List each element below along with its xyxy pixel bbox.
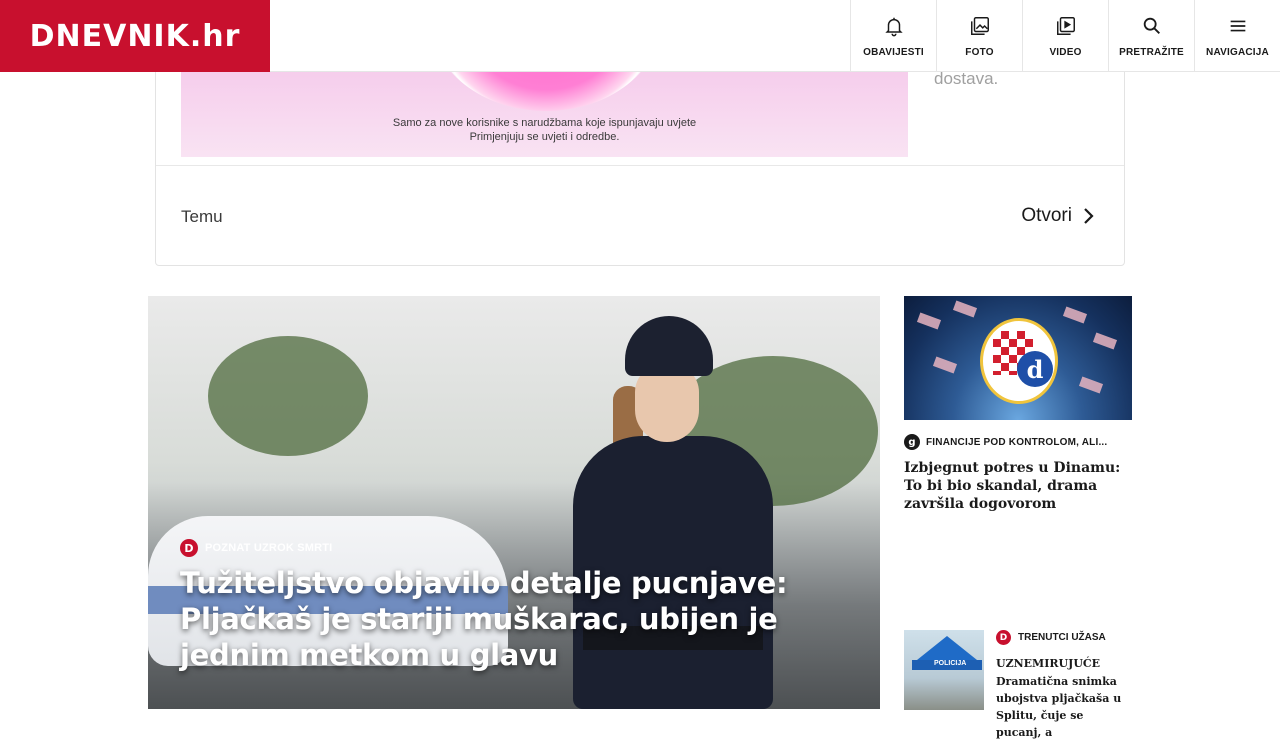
nav-label: VIDEO	[1049, 46, 1082, 58]
nav-search-button[interactable]: PRETRAŽITE	[1108, 0, 1194, 72]
ad-divider	[156, 165, 1124, 166]
nav-label: FOTO	[965, 46, 994, 58]
side-article-kicker-text: FINANCIJE POD KONTROLOM, ALI...	[926, 436, 1108, 448]
nav-photo-button[interactable]: FOTO	[936, 0, 1022, 72]
ad-side-text: dostava.	[934, 69, 999, 88]
hero-title[interactable]: Tužiteljstvo objavilo detalje pucnjave: …	[180, 565, 860, 673]
dnevnik-badge-icon: D	[180, 539, 198, 557]
site-logo[interactable]: DNEVNIK.hr	[0, 0, 270, 72]
bell-icon	[884, 17, 903, 36]
nav-label: NAVIGACIJA	[1206, 46, 1269, 58]
side-article-kicker-text: TRENUTCI UŽASA	[1018, 632, 1106, 643]
site-header: DNEVNIK.hr OBAVIJESTI FOTO VIDEO PRETRAŽ…	[0, 0, 1280, 72]
menu-icon	[1230, 20, 1245, 31]
side-article-kicker: D TRENUTCI UŽASA	[996, 630, 1132, 645]
side-article-image[interactable]: d	[904, 296, 1132, 420]
dinamo-crest-icon: d	[980, 318, 1058, 404]
nav-label: PRETRAŽITE	[1119, 46, 1184, 58]
side-article-title[interactable]: Izbjegnut potres u Dinamu: To bi bio ska…	[904, 459, 1132, 513]
ad-brand: Temu	[181, 207, 223, 226]
logo-text: DNEVNIK.hr	[29, 18, 241, 54]
side-article-image[interactable]: POLICIJA	[904, 630, 984, 710]
hero-image-bg	[208, 336, 368, 456]
nav-video-button[interactable]: VIDEO	[1022, 0, 1108, 72]
ad-fine-print: Samo za nove korisnike s narudžbama koje…	[392, 117, 697, 129]
side-article-label: UZNEMIRUJUĆE	[996, 657, 1101, 670]
nav-menu-button[interactable]: NAVIGACIJA	[1194, 0, 1280, 72]
chevron-right-icon	[1084, 208, 1094, 224]
side-article-body: D TRENUTCI UŽASA UZNEMIRUJUĆE Dramatična…	[996, 630, 1132, 741]
side-article[interactable]: d g FINANCIJE POD KONTROLOM, ALI... Izbj…	[904, 296, 1132, 513]
hero-kicker-text: POZNAT UZROK SMRTI	[205, 542, 333, 554]
photo-icon	[970, 16, 989, 35]
search-icon	[1143, 17, 1160, 34]
hero-kicker: D POZNAT UZROK SMRTI	[180, 539, 860, 557]
side-article-kicker: g FINANCIJE POD KONTROLOM, ALI...	[904, 434, 1132, 450]
ad-open-label: Otvori	[1021, 205, 1072, 226]
gol-badge-icon: g	[904, 434, 920, 450]
hero-article[interactable]: D POZNAT UZROK SMRTI Tužiteljstvo objavi…	[148, 296, 880, 709]
side-article[interactable]: POLICIJA D TRENUTCI UŽASA UZNEMIRUJUĆE D…	[904, 630, 1132, 739]
ad-fine-print: Primjenjuju se uvjeti i odredbe.	[469, 131, 620, 143]
hero-content: D POZNAT UZROK SMRTI Tužiteljstvo objavi…	[180, 539, 860, 673]
ad-open-button[interactable]: Otvori	[1021, 205, 1094, 227]
nav-label: OBAVIJESTI	[863, 46, 924, 58]
video-icon	[1056, 16, 1075, 35]
main-nav: OBAVIJESTI FOTO VIDEO PRETRAŽITE NAVIGAC…	[850, 0, 1280, 72]
nav-notifications-button[interactable]: OBAVIJESTI	[850, 0, 936, 72]
dnevnik-badge-icon: D	[996, 630, 1011, 645]
side-article-title[interactable]: Dramatična snimka ubojstva pljačkaša u S…	[996, 673, 1132, 741]
